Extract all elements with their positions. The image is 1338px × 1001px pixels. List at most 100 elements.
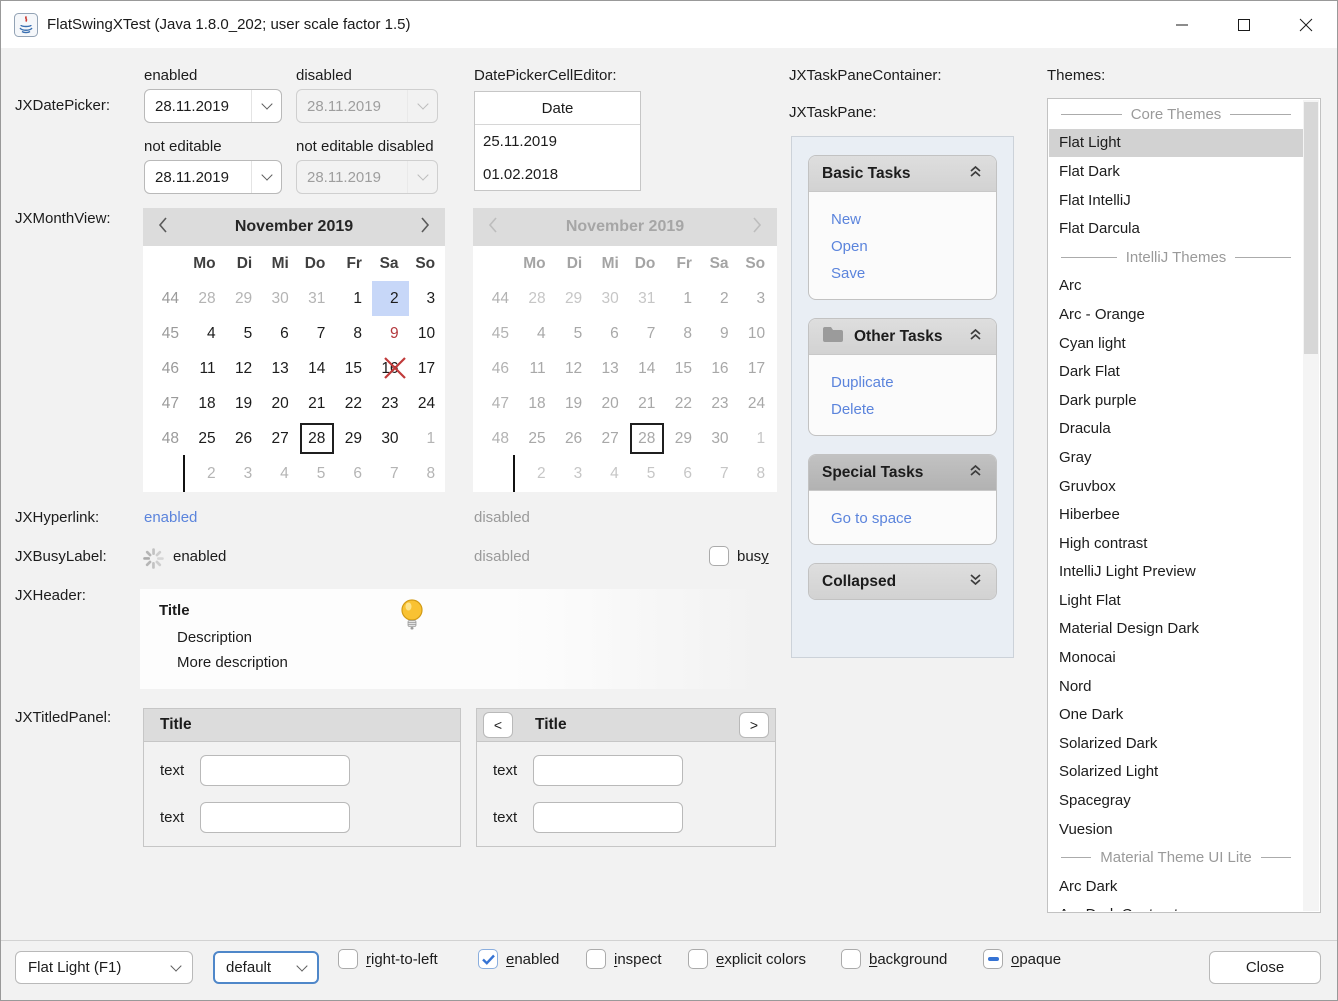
theme-list-item[interactable]: Arc Dark Contrast [1049, 901, 1303, 911]
datepicker-dropdown-button[interactable] [251, 161, 281, 193]
calendar-day[interactable]: 26 [226, 421, 263, 456]
enabled-checkbox[interactable]: enabled [478, 949, 559, 969]
theme-list-item[interactable]: Gruvbox [1049, 472, 1303, 501]
taskpane-action-link[interactable]: Save [809, 260, 996, 287]
theme-list-item[interactable]: One Dark [1049, 700, 1303, 729]
titled-panel-next-button[interactable]: > [739, 712, 769, 738]
taskpane-header[interactable]: Other Tasks [809, 319, 996, 354]
minimize-button-icon[interactable] [1151, 1, 1213, 48]
calendar-day[interactable]: 17 [409, 351, 446, 386]
calendar-day[interactable]: 10 [409, 316, 446, 351]
calendar-day[interactable]: 3 [226, 456, 263, 491]
theme-list-item[interactable]: Flat IntelliJ [1049, 186, 1303, 215]
calendar-day[interactable]: 27 [262, 421, 299, 456]
calendar-day[interactable]: 4 [262, 456, 299, 491]
theme-list-item[interactable]: Flat Darcula [1049, 214, 1303, 243]
calendar-day[interactable]: 28 [189, 281, 226, 316]
text-field[interactable] [200, 802, 350, 833]
datepicker-not-editable[interactable]: 28.11.2019 [144, 160, 282, 194]
theme-list-item[interactable]: Nord [1049, 672, 1303, 701]
taskpane-action-link[interactable]: New [809, 206, 996, 233]
chevron-double-up-icon[interactable] [968, 327, 983, 346]
calendar-day[interactable]: 18 [189, 386, 226, 421]
inspect-checkbox[interactable]: inspect [586, 949, 662, 969]
datepicker-dropdown-button[interactable] [251, 90, 281, 122]
calendar-day[interactable]: 8 [409, 456, 446, 491]
calendar-day[interactable]: 16 [372, 351, 409, 386]
theme-list-item[interactable]: Dracula [1049, 415, 1303, 444]
calendar-day[interactable]: 5 [299, 456, 336, 491]
calendar-day[interactable]: 25 [189, 421, 226, 456]
calendar-day[interactable]: 19 [226, 386, 263, 421]
taskpane-header[interactable]: Special Tasks [809, 455, 996, 490]
chevron-double-down-icon[interactable] [968, 572, 983, 591]
opaque-checkbox[interactable]: opaque [983, 949, 1061, 969]
theme-list-item[interactable]: Monocai [1049, 643, 1303, 672]
taskpane-header[interactable]: Basic Tasks [809, 156, 996, 191]
taskpane-header[interactable]: Collapsed [809, 564, 996, 599]
calendar-day[interactable]: 31 [299, 281, 336, 316]
calendar-day[interactable]: 6 [335, 456, 372, 491]
theme-list-item[interactable]: High contrast [1049, 529, 1303, 558]
calendar-day[interactable]: 24 [409, 386, 446, 421]
theme-list-item[interactable]: Material Design Dark [1049, 615, 1303, 644]
text-field[interactable] [533, 755, 683, 786]
calendar-day[interactable]: 21 [299, 386, 336, 421]
date-table-row[interactable]: 01.02.2018 [475, 158, 640, 191]
checkbox-box[interactable] [688, 949, 708, 969]
close-button-icon[interactable] [1275, 1, 1337, 48]
calendar-day[interactable]: 4 [189, 316, 226, 351]
chevron-right-icon[interactable] [419, 216, 431, 238]
theme-list-item[interactable]: Solarized Dark [1049, 729, 1303, 758]
calendar-day[interactable]: 20 [262, 386, 299, 421]
theme-list-item[interactable]: Cyan light [1049, 329, 1303, 358]
theme-list-item[interactable]: Light Flat [1049, 586, 1303, 615]
background-checkbox[interactable]: background [841, 949, 947, 969]
calendar-day[interactable]: 2 [189, 456, 226, 491]
chevron-left-icon[interactable] [157, 216, 169, 238]
checkbox-box[interactable] [983, 949, 1003, 969]
chevron-double-up-icon[interactable] [968, 463, 983, 482]
right-to-left-checkbox[interactable]: right-to-left [338, 949, 438, 969]
calendar-day[interactable]: 2 [372, 281, 409, 316]
text-field[interactable] [533, 802, 683, 833]
calendar-day[interactable]: 13 [262, 351, 299, 386]
theme-list-item[interactable]: Flat Light [1049, 129, 1303, 158]
datepicker-value[interactable]: 28.11.2019 [145, 169, 251, 186]
theme-list-item[interactable]: Dark Flat [1049, 357, 1303, 386]
calendar-day[interactable]: 30 [262, 281, 299, 316]
close-button[interactable]: Close [1209, 951, 1321, 984]
datepicker-value[interactable]: 28.11.2019 [145, 98, 251, 115]
checkbox-box[interactable] [338, 949, 358, 969]
calendar-day[interactable]: 14 [299, 351, 336, 386]
calendar-day[interactable]: 29 [335, 421, 372, 456]
datepicker-enabled[interactable]: 28.11.2019 [144, 89, 282, 123]
calendar-day[interactable]: 23 [372, 386, 409, 421]
calendar-day[interactable]: 5 [226, 316, 263, 351]
titled-panel-prev-button[interactable]: < [483, 712, 513, 738]
theme-list-item[interactable]: Solarized Light [1049, 758, 1303, 787]
font-size-combo[interactable]: default [213, 951, 319, 984]
calendar-day[interactable]: 15 [335, 351, 372, 386]
calendar-day[interactable]: 12 [226, 351, 263, 386]
calendar-day[interactable]: 3 [409, 281, 446, 316]
theme-list-item[interactable]: Gray [1049, 443, 1303, 472]
calendar-day[interactable]: 7 [372, 456, 409, 491]
calendar-day[interactable]: 1 [409, 421, 446, 456]
calendar-day[interactable]: 6 [262, 316, 299, 351]
theme-list-item[interactable]: Vuesion [1049, 815, 1303, 844]
theme-list-item[interactable]: Dark purple [1049, 386, 1303, 415]
calendar-day[interactable]: 22 [335, 386, 372, 421]
taskpane-action-link[interactable]: Open [809, 233, 996, 260]
checkbox-box[interactable] [709, 546, 729, 566]
date-table-row[interactable]: 25.11.2019 [475, 125, 640, 158]
calendar-day[interactable]: 9 [372, 316, 409, 351]
themes-scrollbar-thumb[interactable] [1304, 102, 1318, 354]
theme-list-item[interactable]: IntelliJ Light Preview [1049, 558, 1303, 587]
chevron-double-up-icon[interactable] [968, 164, 983, 183]
busy-checkbox[interactable]: busy [709, 546, 769, 566]
checkbox-box[interactable] [478, 949, 498, 969]
taskpane-action-link[interactable]: Delete [809, 396, 996, 423]
calendar-day[interactable]: 7 [299, 316, 336, 351]
checkbox-box[interactable] [586, 949, 606, 969]
